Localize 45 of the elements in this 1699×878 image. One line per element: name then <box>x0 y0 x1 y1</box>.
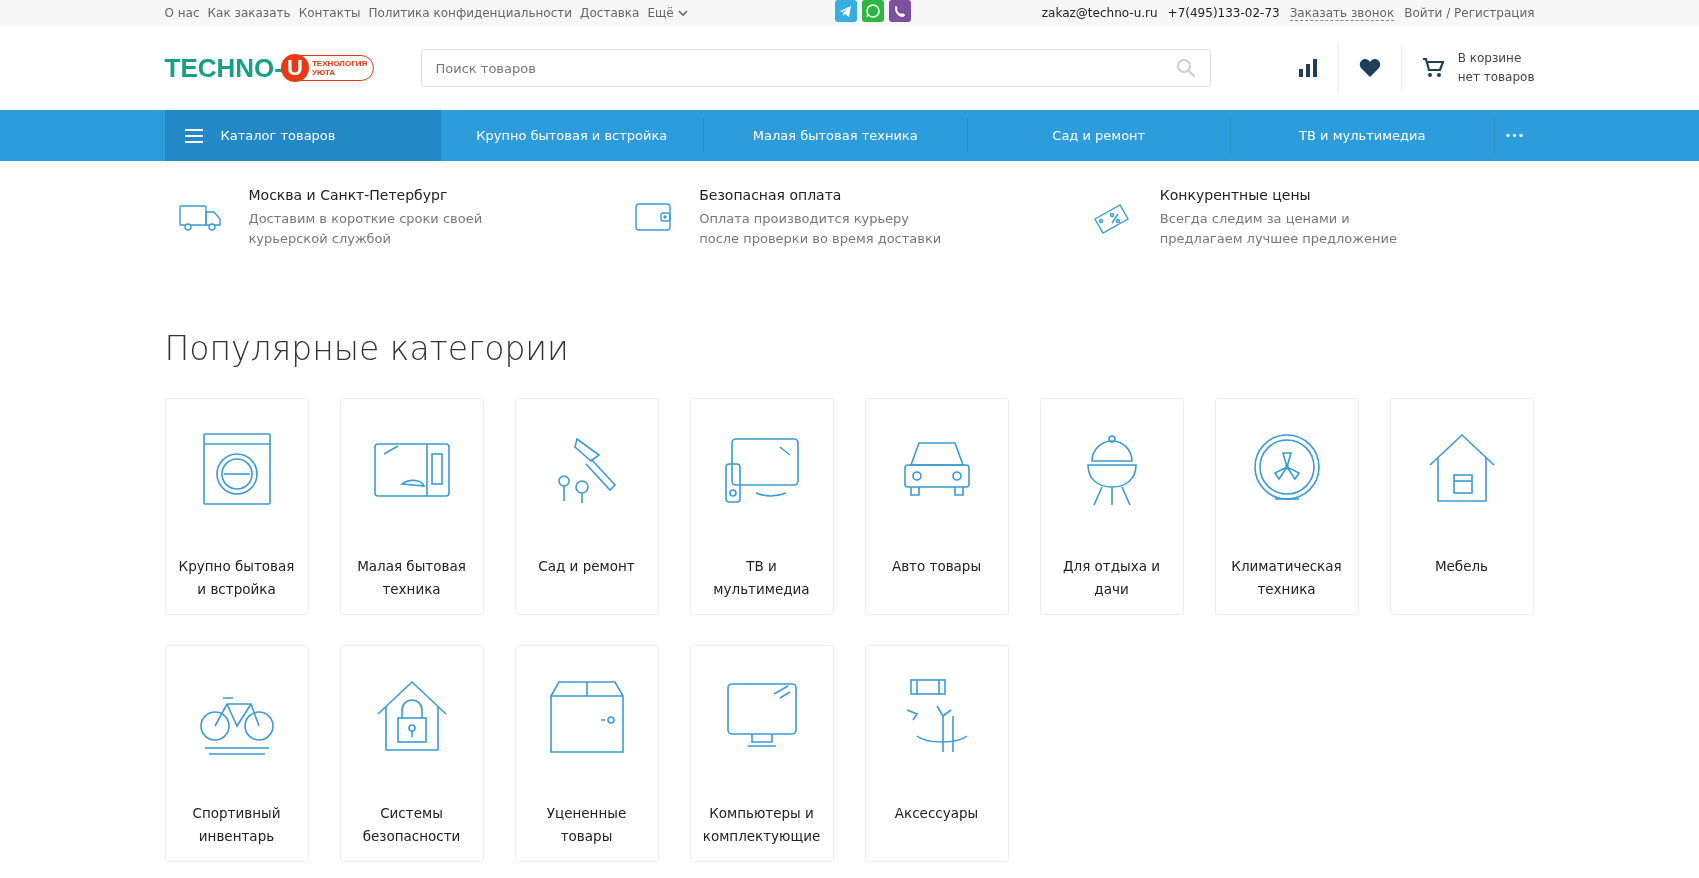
category-card[interactable]: Авто товары <box>864 398 1009 615</box>
wallet-icon <box>635 203 672 231</box>
category-card[interactable]: Сад и ремонт <box>514 398 659 615</box>
cart-icon[interactable] <box>1421 57 1444 79</box>
category-card[interactable]: Мебель <box>1389 398 1534 615</box>
heart-icon[interactable] <box>1358 58 1381 78</box>
category-card[interactable]: Уцененные товары <box>514 645 659 862</box>
top-link[interactable]: Как заказать <box>207 6 291 20</box>
top-link[interactable]: О нас <box>164 6 200 20</box>
category-card[interactable]: Климатическая техника <box>1214 398 1359 615</box>
feature-title: Конкурентные цены <box>1159 187 1312 203</box>
top-link[interactable]: Контакты <box>298 6 361 20</box>
feature-text: Всегда следим за ценами и предлагаем лучшее предложение <box>1159 210 1398 248</box>
login-link[interactable]: Войти / Регистрация <box>1404 5 1535 21</box>
cart-label: В корзине <box>1457 50 1523 67</box>
cart-status: нет товаров <box>1457 69 1535 86</box>
more-link[interactable]: Ещё <box>647 6 688 20</box>
search-field[interactable]: Поиск товаров <box>421 50 1210 86</box>
category-card[interactable]: Малая бытовая техника <box>339 398 484 615</box>
top-link[interactable]: Доставка <box>580 6 640 20</box>
whatsapp-icon[interactable] <box>862 0 885 22</box>
top-link[interactable]: Политика конфиденциальности <box>368 6 573 20</box>
category-card[interactable]: Аксессуары <box>864 645 1009 862</box>
phone-text[interactable]: +7(495)133-02-73 <box>1167 5 1280 21</box>
feature-text: Доставим в короткие сроки своей курьерской службой <box>248 210 484 248</box>
category-card[interactable]: Спортивный инвентарь <box>164 645 309 862</box>
feature-title: Москва и Санкт-Петербург <box>248 187 449 203</box>
section-title: Популярные категории <box>164 329 570 368</box>
category-card[interactable]: Компьютеры и комплектующие <box>689 645 834 862</box>
logo[interactable]: TECHNO-U ТЕХНОЛОГИЯ УЮТА <box>164 52 421 84</box>
category-card[interactable]: Для отдыха и дачи <box>1039 398 1184 615</box>
viber-icon[interactable] <box>889 0 912 22</box>
truck-icon <box>178 203 221 233</box>
category-card[interactable]: ТВ и мультимедиа <box>689 398 834 615</box>
compare-icon[interactable] <box>1297 58 1318 78</box>
category-card[interactable]: Системы безопасности <box>339 645 484 862</box>
price-tag-icon <box>1091 203 1132 237</box>
catalog-button[interactable]: Каталог товаров <box>164 110 441 161</box>
feature-title: Безопасная оплата <box>699 187 843 203</box>
email-text[interactable]: zakaz@techno-u.ru <box>1041 5 1158 21</box>
feature-text: Оплата производится курьеру после проверки во время доставки <box>699 210 943 248</box>
chevron-down-icon <box>677 9 688 17</box>
menu-icon <box>184 128 203 143</box>
category-card[interactable]: Крупно бытовая и встройка <box>164 398 309 615</box>
callback-link[interactable]: Заказать звонок <box>1289 5 1395 21</box>
